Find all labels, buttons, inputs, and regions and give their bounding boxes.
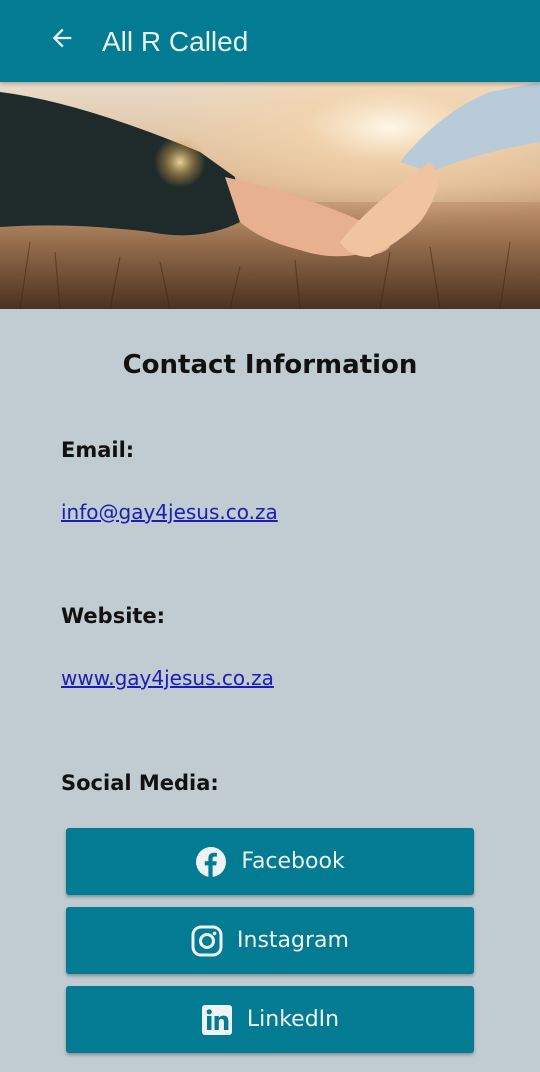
instagram-button-label: Instagram xyxy=(237,928,349,953)
back-button[interactable] xyxy=(40,20,84,60)
linkedin-button[interactable]: LinkedIn xyxy=(66,986,474,1053)
linkedin-button-label: LinkedIn xyxy=(246,1007,340,1032)
arrow-left-icon xyxy=(48,24,76,57)
app-bar: All R Called xyxy=(0,0,540,82)
hero-image xyxy=(0,82,540,309)
facebook-icon xyxy=(195,846,227,878)
social-media-label: Social Media: xyxy=(61,771,219,795)
email-label: Email: xyxy=(61,438,135,462)
facebook-button-label: Facebook xyxy=(241,849,345,874)
instagram-icon xyxy=(191,925,223,957)
website-link[interactable]: www.gay4jesus.co.za xyxy=(61,666,274,690)
facebook-button[interactable]: Facebook xyxy=(66,828,474,895)
linkedin-icon xyxy=(201,1004,233,1036)
email-link[interactable]: info@gay4jesus.co.za xyxy=(61,500,278,524)
website-label: Website: xyxy=(61,604,166,628)
page-title: All R Called xyxy=(102,26,249,57)
instagram-button[interactable]: Instagram xyxy=(66,907,474,974)
contact-title: Contact Information xyxy=(122,350,418,380)
